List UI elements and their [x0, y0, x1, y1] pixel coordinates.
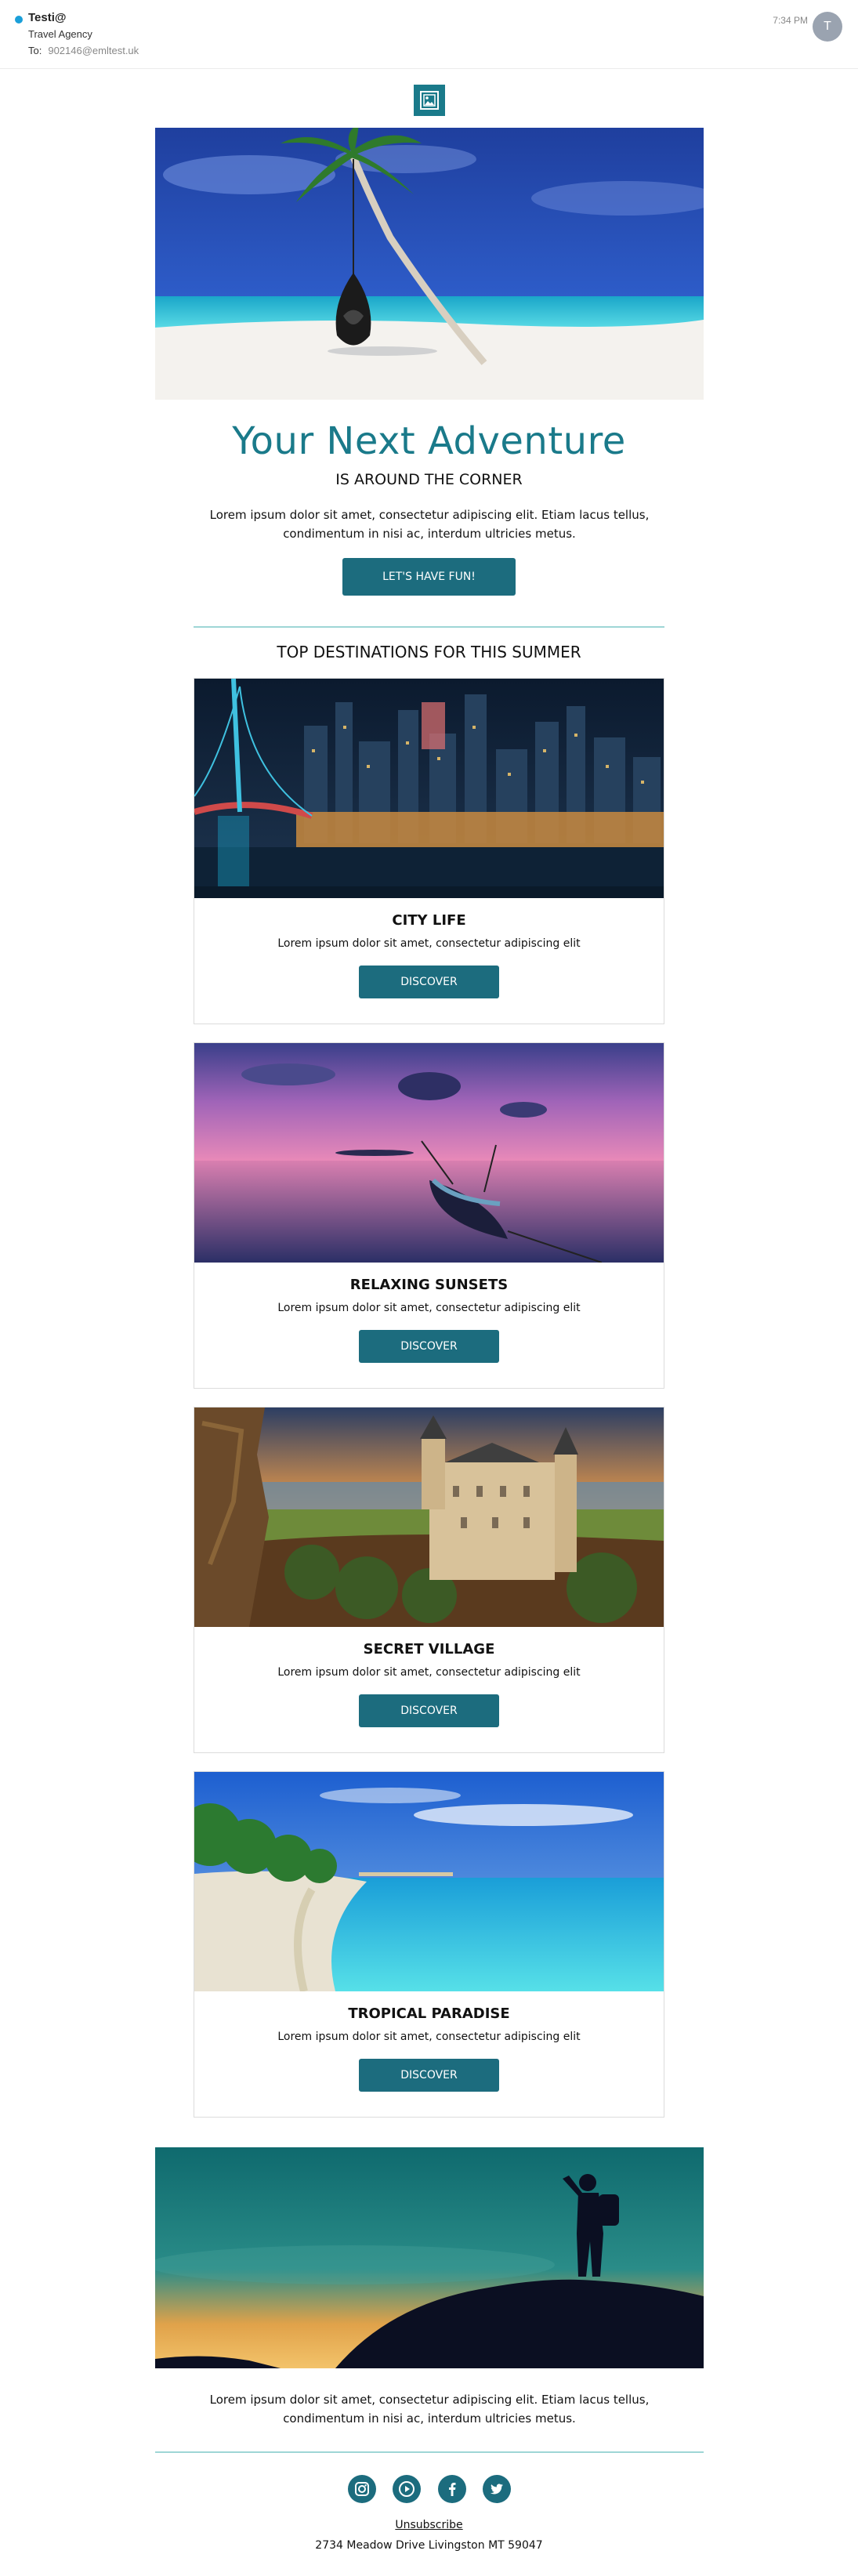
relaxing-sunsets-image — [194, 1043, 664, 1263]
city-life-image — [194, 679, 664, 898]
unsubscribe-link[interactable]: Unsubscribe — [0, 2519, 858, 2531]
youtube-icon[interactable] — [393, 2475, 422, 2503]
twitter-icon[interactable] — [482, 2475, 511, 2503]
secret-village-image — [194, 1408, 664, 1627]
footer-text: Lorem ipsum dolor sit amet, consectetur … — [209, 2393, 650, 2426]
avatar[interactable]: T — [813, 12, 842, 42]
card-title: CITY LIFE — [392, 912, 466, 929]
received-time: 7:34 PM — [773, 15, 808, 26]
sender-name: Travel Agency — [28, 28, 92, 40]
headline: Your Next Adventure — [232, 419, 626, 463]
discover-button[interactable]: DISCOVER — [359, 2059, 499, 2092]
sender-address[interactable]: Testi@ — [28, 11, 67, 24]
subheadline: IS AROUND THE CORNER — [335, 471, 523, 488]
instagram-icon[interactable] — [348, 2475, 376, 2503]
image-placeholder-icon — [420, 91, 439, 110]
destination-card-tropical-paradise: TROPICAL PARADISE Lorem ipsum dolor sit … — [194, 1771, 664, 2118]
recipient-line: To: 902146@emltest.uk — [28, 45, 139, 56]
to-label: To: — [28, 45, 42, 56]
social-links — [348, 2475, 511, 2503]
card-text: Lorem ipsum dolor sit amet, consectetur … — [277, 1302, 581, 1314]
section-title: TOP DESTINATIONS FOR THIS SUMMER — [277, 643, 581, 661]
discover-button[interactable]: DISCOVER — [359, 1694, 499, 1727]
divider — [194, 626, 664, 628]
recipient-address[interactable]: 902146@emltest.uk — [48, 45, 139, 56]
card-text: Lorem ipsum dolor sit amet, consectetur … — [277, 937, 581, 950]
card-title: RELAXING SUNSETS — [349, 1277, 509, 1293]
lets-have-fun-button[interactable]: LET'S HAVE FUN! — [342, 558, 516, 596]
intro-text: Lorem ipsum dolor sit amet, consectetur … — [209, 508, 650, 541]
destination-card-secret-village: SECRET VILLAGE Lorem ipsum dolor sit ame… — [194, 1407, 664, 1753]
tropical-paradise-image — [194, 1772, 664, 1991]
footer-divider — [155, 2451, 704, 2453]
discover-button[interactable]: DISCOVER — [359, 1330, 499, 1363]
facebook-icon[interactable] — [437, 2475, 466, 2503]
postal-address: 2734 Meadow Drive Livingston MT 59047 — [315, 2539, 543, 2552]
card-title: SECRET VILLAGE — [363, 1641, 495, 1658]
email-header: Testi@ Travel Agency To: 902146@emltest.u… — [0, 0, 858, 69]
unread-indicator — [15, 16, 23, 24]
hero-image — [155, 128, 704, 400]
card-title: TROPICAL PARADISE — [348, 2005, 510, 2022]
brand-logo[interactable] — [414, 85, 445, 116]
destination-card-relaxing-sunsets: RELAXING SUNSETS Lorem ipsum dolor sit a… — [194, 1042, 664, 1389]
card-text: Lorem ipsum dolor sit amet, consectetur … — [277, 2031, 581, 2043]
discover-button[interactable]: DISCOVER — [359, 966, 499, 998]
footer-image — [155, 2147, 704, 2368]
destination-card-city-life: CITY LIFE Lorem ipsum dolor sit amet, co… — [194, 678, 664, 1024]
card-text: Lorem ipsum dolor sit amet, consectetur … — [277, 1666, 581, 1679]
